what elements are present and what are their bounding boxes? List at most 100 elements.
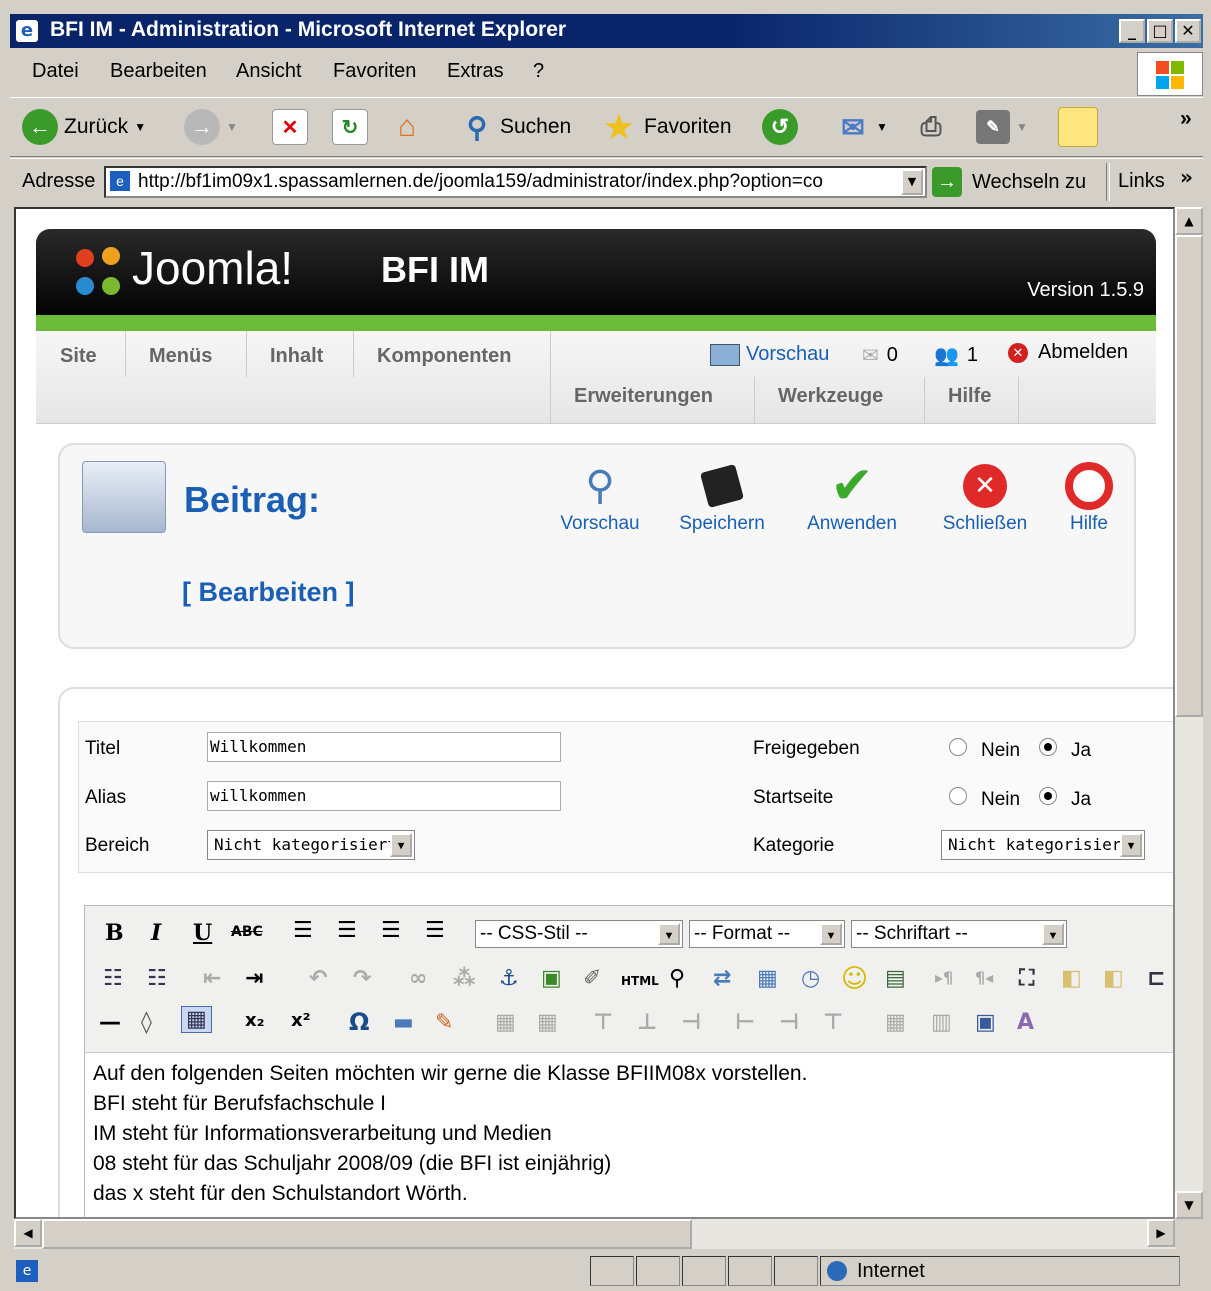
superscript-icon[interactable]: x²: [291, 1010, 311, 1031]
redo-icon[interactable]: ↷: [353, 966, 371, 991]
underline-icon[interactable]: U: [193, 920, 212, 946]
close-article-button[interactable]: ✕ Schließen: [930, 459, 1040, 535]
links-label[interactable]: Links: [1118, 170, 1165, 193]
rtl-icon[interactable]: ¶◂: [975, 968, 993, 987]
home-button[interactable]: ⌂: [390, 106, 424, 148]
section-select[interactable]: Nicht kategorisiert ▼: [207, 830, 415, 860]
published-no-radio[interactable]: [949, 738, 967, 756]
go-button[interactable]: → Wechseln zu: [932, 165, 1086, 199]
apply-button[interactable]: ✔ Anwenden: [796, 459, 908, 535]
split-cells-icon[interactable]: ▥: [931, 1010, 952, 1035]
fullscreen-icon[interactable]: ⛶: [1019, 966, 1034, 991]
editor-textarea[interactable]: Auf den folgenden Seiten möchten wir ger…: [85, 1052, 1173, 1217]
bold-icon[interactable]: B: [105, 920, 124, 946]
nav-site[interactable]: Site: [60, 345, 97, 368]
find-icon[interactable]: ⚲: [669, 966, 685, 991]
align-center-icon[interactable]: ☰: [337, 918, 357, 943]
insert-row-before-icon[interactable]: ⊤: [593, 1010, 613, 1035]
nav-help[interactable]: Hilfe: [948, 385, 991, 408]
replace-icon[interactable]: ⇄: [713, 966, 731, 991]
menu-favoriten[interactable]: Favoriten: [333, 60, 416, 83]
align-justify-icon[interactable]: ☰: [425, 918, 445, 943]
menu-bearbeiten[interactable]: Bearbeiten: [110, 60, 207, 83]
align-right-icon[interactable]: ☰: [381, 918, 401, 943]
html-icon[interactable]: HTML: [621, 974, 659, 988]
stop-button[interactable]: ✕: [272, 106, 308, 148]
horizontal-scroll-thumb[interactable]: [42, 1219, 692, 1249]
delete-col-icon[interactable]: ⊤: [823, 1010, 843, 1035]
insert-layer-icon[interactable]: ⊏: [1147, 966, 1165, 991]
anchor-icon[interactable]: ⚓: [499, 966, 519, 991]
visual-aid-icon[interactable]: ▦: [181, 1006, 212, 1033]
numbered-list-icon[interactable]: ☷: [147, 966, 167, 991]
menu-help[interactable]: ?: [533, 60, 544, 83]
nav-components[interactable]: Komponenten: [377, 345, 511, 368]
insert-row-after-icon[interactable]: ⊥: [637, 1010, 657, 1035]
print-button[interactable]: ⎙: [914, 106, 948, 148]
frontpage-yes-radio[interactable]: [1039, 787, 1057, 805]
scroll-up-icon[interactable]: ▲: [1175, 207, 1203, 235]
scroll-left-icon[interactable]: ◀: [14, 1219, 42, 1247]
address-input[interactable]: e http://bf1im09x1.spassamlernen.de/jooml…: [104, 166, 927, 198]
subscript-icon[interactable]: x₂: [245, 1010, 265, 1031]
back-button[interactable]: ← Zurück ▼: [22, 106, 146, 148]
mail-button[interactable]: ✉ ▼: [836, 106, 888, 148]
published-yes-radio[interactable]: [1039, 738, 1057, 756]
emoticon-icon[interactable]: ☺: [841, 964, 868, 994]
format-select[interactable]: -- Format -- ▼: [689, 920, 845, 948]
media-icon[interactable]: ▤: [885, 966, 906, 991]
indent-icon[interactable]: ⇥: [245, 966, 263, 991]
nav-extensions[interactable]: Erweiterungen: [574, 385, 713, 408]
preview-button[interactable]: ⚲ Vorschau: [550, 459, 650, 535]
horizontal-scrollbar[interactable]: ◀ ▶: [14, 1219, 1175, 1249]
category-select[interactable]: Nicht kategorisiert ▼: [941, 830, 1145, 860]
outdent-icon[interactable]: ⇤: [203, 966, 221, 991]
toolbar-more[interactable]: »: [1180, 98, 1192, 140]
insert-col-after-icon[interactable]: ⊣: [779, 1010, 799, 1035]
menu-extras[interactable]: Extras: [447, 60, 504, 83]
layer-icon[interactable]: ◧: [1061, 966, 1082, 991]
link-icon[interactable]: ∞: [409, 966, 427, 991]
horizontal-rule-icon[interactable]: —: [99, 1010, 121, 1035]
scroll-down-icon[interactable]: ▼: [1175, 1191, 1203, 1219]
insert-col-before-icon[interactable]: ⊢: [735, 1010, 755, 1035]
nav-menus[interactable]: Menüs: [149, 345, 212, 368]
ltr-icon[interactable]: ▸¶: [935, 968, 953, 987]
notes-button[interactable]: [1058, 106, 1098, 148]
undo-icon[interactable]: ↶: [309, 966, 327, 991]
delete-row-icon[interactable]: ⊣: [681, 1010, 701, 1035]
search-button[interactable]: ⚲ Suchen: [460, 106, 572, 148]
cleanup-icon[interactable]: ✐: [583, 966, 601, 991]
merge-cells-icon[interactable]: ▦: [885, 1010, 906, 1035]
eraser-icon[interactable]: ◊: [141, 1010, 152, 1035]
bullet-list-icon[interactable]: ☷: [103, 966, 123, 991]
unlink-icon[interactable]: ⁂: [453, 966, 476, 991]
online-users[interactable]: 👥 1: [934, 343, 978, 368]
table-props-icon[interactable]: ▦: [537, 1010, 558, 1035]
table-icon[interactable]: ▦: [495, 1010, 516, 1035]
insert-date-icon[interactable]: ▦: [757, 966, 778, 991]
strikethrough-icon[interactable]: ABC: [231, 924, 263, 940]
nav-tools[interactable]: Werkzeuge: [778, 385, 883, 408]
frontpage-no-radio[interactable]: [949, 787, 967, 805]
css-style-select[interactable]: -- CSS-Stil -- ▼: [475, 920, 683, 948]
address-dropdown[interactable]: ▼: [901, 169, 923, 195]
forward-button[interactable]: → ▼: [184, 106, 238, 148]
insert-time-icon[interactable]: ◷: [801, 966, 820, 991]
links-more[interactable]: »: [1180, 165, 1193, 189]
image-icon[interactable]: ▣: [541, 966, 562, 991]
messages-count[interactable]: ✉ 0: [862, 343, 898, 368]
layer-back-icon[interactable]: ◧: [1103, 966, 1124, 991]
italic-icon[interactable]: I: [151, 920, 161, 946]
vertical-scroll-thumb[interactable]: [1175, 235, 1203, 717]
nav-content[interactable]: Inhalt: [270, 345, 323, 368]
menu-ansicht[interactable]: Ansicht: [236, 60, 302, 83]
favorites-button[interactable]: ★ Favoriten: [602, 106, 732, 148]
menu-datei[interactable]: Datei: [32, 60, 79, 83]
maximize-button[interactable]: □: [1147, 19, 1173, 43]
align-left-icon[interactable]: ☰: [293, 918, 313, 943]
font-select[interactable]: -- Schriftart -- ▼: [851, 920, 1067, 948]
help-button[interactable]: Hilfe: [1054, 459, 1124, 535]
row-props-icon[interactable]: ▣: [975, 1010, 996, 1035]
logout-link[interactable]: ✕ Abmelden: [1008, 341, 1128, 364]
